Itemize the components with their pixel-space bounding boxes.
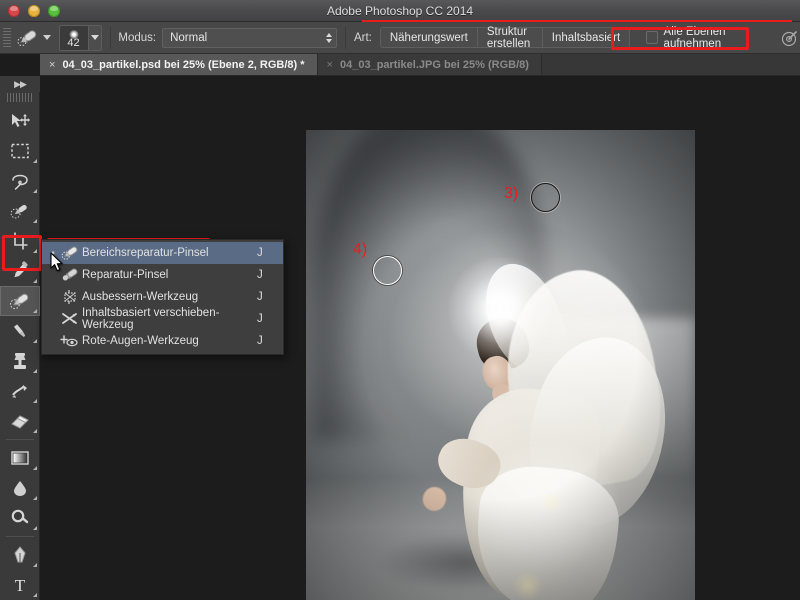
menu-item-inhaltsbasiert-verschieben-werkzeug[interactable]: Inhaltsbasiert verschieben-Werkzeug J [42,307,283,331]
tools-divider-2 [5,536,34,537]
brush-size-picker[interactable]: 42 [58,24,89,51]
tool-clone-stamp[interactable] [0,346,40,376]
photoshop-window: Adobe Photoshop CC 2014 42 Modus: Normal… [0,0,800,600]
tool-eyedropper[interactable] [0,256,40,286]
chevron-double-right-icon: ▶▶ [14,78,27,89]
flyout-indicator-icon [33,159,37,163]
tool-rectangular-marquee[interactable] [0,136,40,166]
art-option-inhaltsbasiert[interactable]: Inhaltsbasiert [541,27,631,48]
annotation-label-4: 4) [353,241,368,258]
art-option-struktur-erstellen[interactable]: Struktur erstellen [476,26,542,50]
tools-panel: ▶▶ T [0,76,40,600]
menu-item-label: Bereichsreparatur-Pinsel [82,247,209,259]
flyout-indicator-icon [33,563,37,567]
all-layers-checkbox[interactable] [646,31,658,44]
tab-psd-document[interactable]: × 04_03_partikel.psd bei 25% (Ebene 2, R… [40,54,318,75]
tool-spot-healing-brush[interactable] [0,286,40,316]
red-eye-icon [58,333,82,349]
image-canvas[interactable] [306,130,695,600]
healing-tool-flyout-menu: ▪ Bereichsreparatur-Pinsel J Reparatur-P… [41,239,284,355]
art-option-naeherungswert[interactable]: Näherungswert [379,27,477,48]
tool-preset-chevron-down-icon[interactable] [42,35,51,40]
flyout-indicator-icon [33,219,37,223]
tool-gradient[interactable] [0,443,40,473]
flyout-indicator-icon [33,369,37,373]
tab-label: 04_03_partikel.psd bei 25% (Ebene 2, RGB… [62,58,305,71]
tool-eraser[interactable] [0,406,40,436]
tool-dodge[interactable] [0,503,40,533]
blend-mode-value: Normal [170,31,208,44]
tool-crop[interactable] [0,226,40,256]
tab-jpg-document[interactable]: × 04_03_partikel.JPG bei 25% (RGB/8) [317,54,542,75]
menu-item-label: Ausbessern-Werkzeug [82,291,199,303]
art-mode-group: Näherungswert Struktur erstellen Inhalts… [379,26,631,50]
art-label: Art: [353,31,372,44]
document-tab-bar: × 04_03_partikel.psd bei 25% (Ebene 2, R… [40,54,800,76]
window-title: Adobe Photoshop CC 2014 [326,4,474,18]
flyout-indicator-icon [33,189,37,193]
menu-item-shortcut: J [257,269,263,281]
flyout-indicator-icon [33,339,37,343]
tool-lasso[interactable] [0,166,40,196]
tool-brush[interactable] [0,316,40,346]
blend-mode-stepper-icon [326,32,333,43]
flyout-indicator-icon [33,399,37,403]
menu-item-label: Rote-Augen-Werkzeug [82,335,199,347]
menu-item-shortcut: J [257,335,263,347]
tool-type[interactable]: T [0,570,40,600]
tool-history-brush[interactable] [0,376,40,406]
flyout-indicator-icon [33,279,37,283]
tool-move[interactable] [0,106,40,136]
menu-item-ausbessern-werkzeug[interactable]: Ausbessern-Werkzeug J [42,286,283,308]
options-divider-1 [109,26,111,49]
tab-close-icon[interactable]: × [327,59,333,71]
photo-vignette [306,130,695,600]
brush-cursor-circle-4 [373,256,402,285]
options-divider-2 [345,26,346,49]
all-layers-label: Alle Ebenen aufnehmen [663,25,726,50]
menu-item-shortcut: J [257,291,263,303]
brush-preset-chevron-down-icon[interactable] [87,24,102,51]
active-tool-preview-icon[interactable] [15,26,41,50]
menu-item-bereichsreparatur-pinsel[interactable]: ▪ Bereichsreparatur-Pinsel J [42,242,283,264]
mode-label: Modus: [118,31,157,44]
flyout-indicator-icon [33,593,37,597]
tools-divider-1 [5,439,34,440]
flyout-indicator-icon [33,429,37,433]
menu-item-shortcut: J [257,247,263,259]
tool-blur[interactable] [0,473,40,503]
tab-label: 04_03_partikel.JPG bei 25% (RGB/8) [339,58,529,71]
brush-cursor-circle-3 [531,183,560,212]
title-bar: Adobe Photoshop CC 2014 [0,0,800,22]
flyout-indicator-icon [33,249,37,253]
flyout-indicator-icon [33,526,37,530]
all-layers-checkbox-row[interactable]: Alle Ebenen aufnehmen [646,26,768,50]
brush-size-value: 42 [67,36,80,49]
tools-panel-collapse-button[interactable]: ▶▶ [0,76,40,92]
annotation-label-3: 3) [504,185,519,202]
flyout-indicator-icon [33,309,37,313]
tool-preset-target-icon[interactable] [780,28,800,48]
menu-item-label: Reparatur-Pinsel [82,269,169,281]
content-aware-move-icon [58,311,82,327]
flyout-indicator-icon [33,466,37,470]
tool-quick-selection[interactable] [0,196,40,226]
menu-item-reparatur-pinsel[interactable]: Reparatur-Pinsel J [42,264,283,286]
tool-pen[interactable] [0,540,40,570]
menu-item-shortcut: J [257,313,263,325]
patch-icon [58,289,82,305]
menu-item-rote-augen-werkzeug[interactable]: Rote-Augen-Werkzeug J [42,330,283,352]
mouse-cursor-icon [50,252,66,274]
tab-close-icon[interactable]: × [49,59,55,71]
options-bar-grip[interactable] [3,27,11,48]
tools-panel-grip[interactable] [6,93,33,102]
flyout-indicator-icon [33,496,37,500]
options-bar: 42 Modus: Normal Art: Näherungswert Stru… [0,22,800,54]
menu-item-label: Inhaltsbasiert verschieben-Werkzeug [82,307,220,331]
svg-text:T: T [15,576,26,595]
blend-mode-select[interactable]: Normal [162,27,338,48]
